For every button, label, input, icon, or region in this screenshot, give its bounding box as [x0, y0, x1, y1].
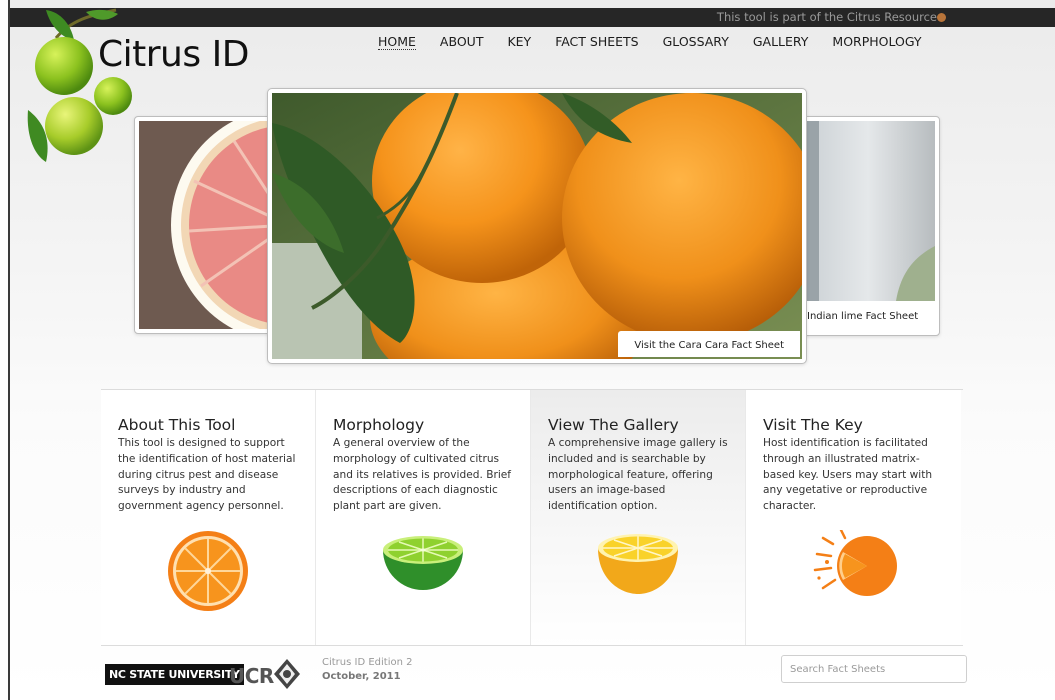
footer-divider — [101, 645, 963, 646]
feature-description: A comprehensive image gallery is include… — [548, 437, 728, 513]
edition-info: Citrus ID Edition 2 October, 2011 — [322, 656, 413, 684]
slide-left-grapefruit[interactable] — [134, 116, 286, 334]
lime-half-icon[interactable] — [381, 530, 465, 594]
orange-slice-icon[interactable] — [167, 530, 249, 612]
feature-key[interactable]: Visit The Key Host identification is fac… — [746, 390, 961, 646]
nav-home[interactable]: HOME — [378, 34, 416, 50]
feature-description: This tool is designed to support the ide… — [118, 437, 296, 513]
feature-about[interactable]: About This Tool This tool is designed to… — [101, 390, 316, 646]
indian-lime-photo — [801, 121, 935, 301]
nav-key[interactable]: KEY — [507, 34, 531, 50]
feature-title[interactable]: Morphology — [333, 416, 520, 434]
page-frame: This tool is part of the Citrus Resource… — [8, 0, 1055, 700]
slide-main-cara-cara[interactable]: Visit the Cara Cara Fact Sheet — [267, 88, 807, 364]
ncsu-logo[interactable]: NC STATE UNIVERSITY — [105, 664, 244, 685]
feature-title[interactable]: About This Tool — [118, 416, 305, 434]
nav-fact-sheets[interactable]: FACT SHEETS — [555, 34, 638, 50]
resource-dot-icon — [937, 13, 946, 22]
search-fact-sheets-input[interactable] — [781, 655, 967, 683]
feature-morphology[interactable]: Morphology A general overview of the mor… — [316, 390, 531, 646]
cara-cara-orange-photo — [272, 93, 802, 359]
feature-gallery[interactable]: View The Gallery A comprehensive image g… — [531, 390, 746, 646]
edition-date: October, 2011 — [322, 671, 401, 682]
feature-description: Host identification is facilitated throu… — [763, 437, 933, 513]
grapefruit-photo — [139, 121, 281, 329]
site-title[interactable]: Citrus ID — [98, 34, 249, 75]
nav-morphology[interactable]: MORPHOLOGY — [832, 34, 921, 50]
feature-title[interactable]: Visit The Key — [763, 416, 951, 434]
main-nav: HOME ABOUT KEY FACT SHEETS GLOSSARY GALL… — [378, 34, 946, 50]
edition-label: Citrus ID Edition 2 — [322, 657, 413, 668]
ucr-logo[interactable]: UCR — [229, 664, 274, 688]
slide-right-caption[interactable]: Indian lime Fact Sheet — [807, 311, 918, 322]
top-bar: This tool is part of the Citrus Resource — [10, 8, 1055, 27]
slide-main-caption[interactable]: Visit the Cara Cara Fact Sheet — [618, 331, 800, 357]
citrus-resource-link[interactable]: This tool is part of the Citrus Resource — [717, 10, 937, 24]
nav-about[interactable]: ABOUT — [440, 34, 484, 50]
citrus-branch-logo-icon[interactable] — [16, 0, 136, 170]
slide-right-indian-lime[interactable]: Indian lime Fact Sheet — [796, 116, 940, 336]
feature-description: A general overview of the morphology of … — [333, 437, 512, 513]
orange-splash-icon[interactable] — [809, 530, 899, 600]
feature-title[interactable]: View The Gallery — [548, 416, 735, 434]
nav-gallery[interactable]: GALLERY — [753, 34, 809, 50]
lemon-half-icon[interactable] — [596, 530, 680, 596]
ucr-seal-icon[interactable] — [273, 658, 301, 690]
feature-panels: About This Tool This tool is designed to… — [101, 389, 963, 646]
nav-glossary[interactable]: GLOSSARY — [663, 34, 729, 50]
